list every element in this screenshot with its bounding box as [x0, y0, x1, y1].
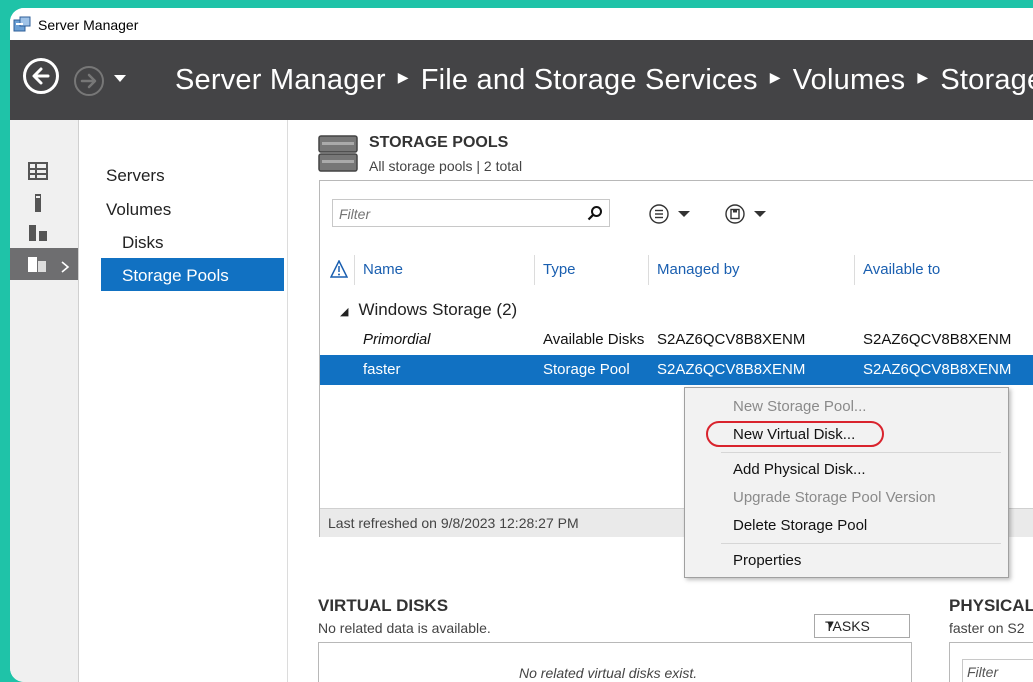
cell-type: Available Disks	[543, 331, 645, 348]
menu-item-properties[interactable]: Properties	[733, 552, 801, 569]
breadcrumb-separator-icon: ▶	[769, 68, 781, 85]
last-refreshed-text: Last refreshed on 9/8/2023 12:28:27 PM	[328, 515, 579, 531]
forward-button[interactable]	[74, 66, 104, 96]
icon-rail	[10, 120, 79, 682]
menu-item-new-virtual-disk[interactable]: New Virtual Disk...	[733, 426, 855, 443]
filter-placeholder: Filter	[967, 664, 999, 680]
virtual-disks-title: VIRTUAL DISKS	[318, 596, 449, 615]
file-storage-services-icon[interactable]	[27, 253, 49, 275]
breadcrumb-server-manager[interactable]: Server Manager	[175, 64, 386, 96]
group-header-windows-storage[interactable]: ◢ Windows Storage (2)	[340, 300, 517, 320]
save-query-icon[interactable]	[724, 203, 772, 225]
warning-column-icon[interactable]	[330, 260, 348, 278]
sidebar: Servers Volumes Disks Storage Pools	[79, 120, 289, 682]
app-window: Server Manager Server Manager ▶ File and S…	[10, 8, 1033, 682]
physical-filter-input[interactable]: Filter	[962, 659, 1033, 682]
collapse-triangle-icon[interactable]: ◢	[340, 305, 348, 318]
storage-pools-subtitle: All storage pools | 2 total	[369, 158, 523, 174]
menu-separator	[721, 543, 1001, 544]
menu-item-delete-storage-pool[interactable]: Delete Storage Pool	[733, 517, 867, 534]
arrow-left-icon	[32, 67, 50, 85]
cell-available-to: S2AZ6QCV8B8XENM	[863, 361, 1012, 378]
list-options-icon[interactable]	[648, 203, 696, 225]
cell-name: faster	[363, 361, 401, 378]
chevron-right-icon[interactable]	[60, 260, 70, 274]
physical-disks-title: PHYSICAL	[949, 596, 1033, 615]
table-row[interactable]: faster Storage Pool S2AZ6QCV8B8XENM S2AZ…	[320, 355, 1033, 385]
menu-item-new-storage-pool: New Storage Pool...	[733, 398, 867, 415]
breadcrumb-file-storage-services[interactable]: File and Storage Services	[421, 64, 758, 96]
window-title: Server Manager	[38, 17, 139, 33]
virtual-disks-panel: No related virtual disks exist.	[318, 642, 912, 682]
cell-managed-by: S2AZ6QCV8B8XENM	[657, 331, 806, 348]
navigation-bar: Server Manager ▶ File and Storage Services…	[10, 40, 1033, 120]
physical-disks-panel: Filter	[949, 642, 1033, 682]
breadcrumb-separator-icon: ▶	[917, 68, 929, 85]
column-divider	[534, 255, 535, 285]
title-bar: Server Manager	[10, 8, 1033, 40]
sidebar-item-label: Storage Pools	[122, 266, 229, 285]
back-button[interactable]	[23, 58, 59, 94]
virtual-disks-subtitle: No related data is available.	[318, 620, 491, 636]
sidebar-item-servers[interactable]: Servers	[106, 166, 165, 186]
server-manager-icon	[13, 16, 31, 32]
sidebar-item-volumes[interactable]: Volumes	[106, 200, 171, 220]
table-row[interactable]: Primordial Available Disks S2AZ6QCV8B8XE…	[320, 325, 1033, 355]
breadcrumb: Server Manager ▶ File and Storage Services…	[175, 64, 1033, 97]
breadcrumb-separator-icon: ▶	[397, 68, 409, 85]
storage-pools-title: STORAGE POOLS	[369, 134, 509, 151]
menu-separator	[721, 452, 1001, 453]
cell-type: Storage Pool	[543, 361, 630, 378]
cell-name: Primordial	[363, 331, 431, 348]
arrow-right-icon	[80, 73, 97, 89]
context-menu: New Storage Pool... New Virtual Disk... …	[684, 387, 1009, 578]
empty-state-message: No related virtual disks exist.	[519, 665, 698, 681]
sidebar-item-storage-pools[interactable]: Storage Pools	[101, 258, 284, 291]
column-header-name[interactable]: Name	[363, 261, 403, 278]
cell-available-to: S2AZ6QCV8B8XENM	[863, 331, 1012, 348]
filter-box	[332, 199, 610, 227]
column-header-managed-by[interactable]: Managed by	[657, 261, 740, 278]
chevron-down-icon: ▼	[825, 619, 836, 631]
breadcrumb-storage[interactable]: Storage	[940, 64, 1033, 96]
column-header-available-to[interactable]: Available to	[863, 261, 940, 278]
cell-managed-by: S2AZ6QCV8B8XENM	[657, 361, 806, 378]
all-servers-icon[interactable]	[27, 222, 49, 244]
dashboard-icon[interactable]	[27, 160, 49, 182]
filter-input[interactable]	[337, 204, 581, 224]
menu-item-upgrade-storage-pool-version: Upgrade Storage Pool Version	[733, 489, 936, 506]
search-icon[interactable]	[587, 205, 603, 221]
column-header-type[interactable]: Type	[543, 261, 576, 278]
breadcrumb-volumes[interactable]: Volumes	[793, 64, 906, 96]
group-label: Windows Storage (2)	[358, 300, 518, 319]
sidebar-item-disks[interactable]: Disks	[122, 233, 164, 253]
history-dropdown-icon[interactable]	[113, 74, 127, 84]
local-server-icon[interactable]	[27, 192, 49, 214]
physical-disks-subtitle: faster on S2	[949, 620, 1025, 636]
tasks-button[interactable]: TASKS ▼	[814, 614, 910, 638]
storage-pool-icon	[318, 135, 358, 172]
menu-item-add-physical-disk[interactable]: Add Physical Disk...	[733, 461, 866, 478]
column-divider	[854, 255, 855, 285]
column-divider	[648, 255, 649, 285]
column-divider	[354, 255, 355, 285]
